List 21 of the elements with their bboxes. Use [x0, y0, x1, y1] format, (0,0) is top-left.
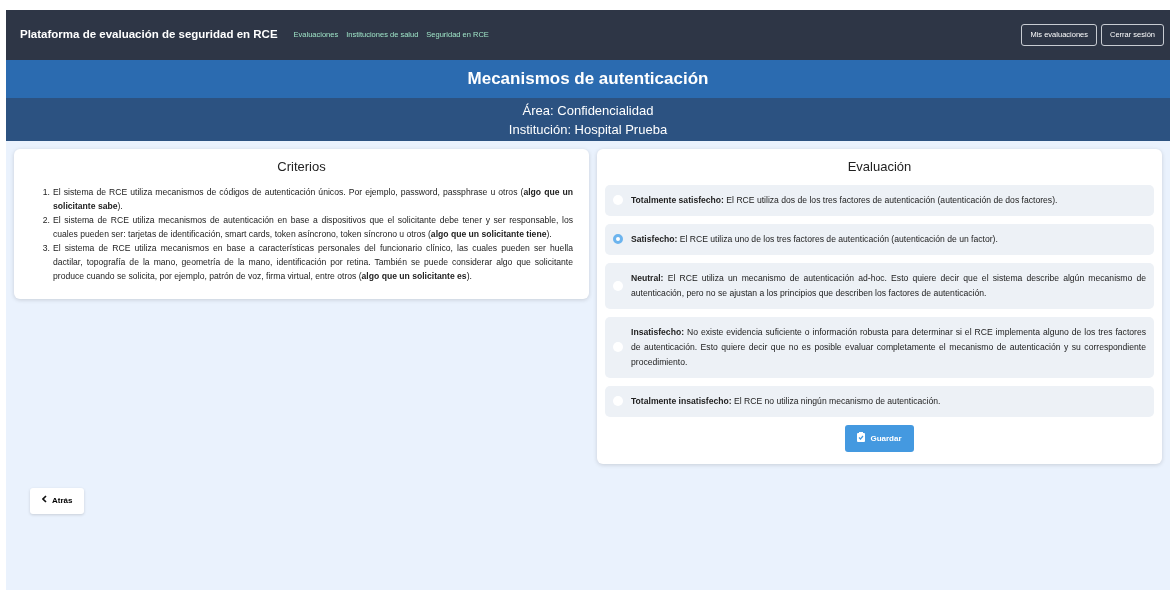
page-title: Mecanismos de autenticación	[467, 68, 709, 91]
option-text: Satisfecho: El RCE utiliza uno de los tres factores de autenticación (autenticación de un factor).	[631, 232, 998, 246]
criterion-number: 1.	[41, 185, 50, 199]
criterion-text: El sistema de RCE utiliza mecanismos en base a características personales del funcionario clínico, las cuales pueden ser huella dactilar, topografía de la mano, geometría de la mano, identificación por retina. También se puede considerar algo que solicitante produce cuando se solicita, por ejemplo, patrón de voz, firma virtual, entre otros (algo que un solicitante es).	[53, 241, 573, 283]
criterion-number: 3.	[41, 241, 50, 255]
criteria-title: Criterios	[276, 158, 327, 176]
site-title[interactable]: Plataforma de evaluación de seguridad en RCE	[20, 26, 278, 44]
chevron-left-icon	[42, 494, 47, 503]
criterion-text: El sistema de RCE utiliza mecanismos de autenticación en base a dispositivos que el solicitante debe tener y ser responsable, los cuales pueden ser: tarjetas de identificación, smart cards, token asíncrono, token síncrono u otros (algo que un solicitante tiene).	[53, 213, 573, 241]
option-text: Insatisfecho: No existe evidencia suficiente o información robusta para determinar si el RCE implementa alguno de los tres factores de autenticación. Esto quiere decir que no es posible evaluar completamente el mecanismo de autenticación y su correspondiente procedimiento.	[631, 325, 1146, 369]
radio-button[interactable]	[613, 234, 623, 244]
option-text: Neutral: El RCE utiliza un mecanismo de autenticación ad-hoc. Esto quiere decir que el sistema describe algún mecanismo de autenticación, pero no se ajustan a los principios que describen los factores de autenticación.	[631, 271, 1146, 300]
back-button[interactable]: Atrás	[30, 487, 85, 514]
criterion-text: El sistema de RCE utiliza mecanismos de códigos de autenticación únicos. Por ejemplo, password, passphrase u otros (algo que un solicitante sabe).	[53, 185, 573, 213]
institution-label: Institución: Hospital Prueba	[508, 121, 668, 139]
area-label: Área: Confidencialidad	[522, 102, 654, 120]
option-text: Totalmente insatisfecho: El RCE no utiliza ningún mecanismo de autenticación.	[631, 394, 941, 408]
evaluation-title: Evaluación	[846, 158, 913, 176]
option-text: Totalmente satisfecho: El RCE utiliza dos de los tres factores de autenticación (autenticación de dos factores).	[631, 193, 1058, 207]
criterion-number: 2.	[41, 213, 50, 227]
clipboard-check-icon	[857, 431, 866, 442]
